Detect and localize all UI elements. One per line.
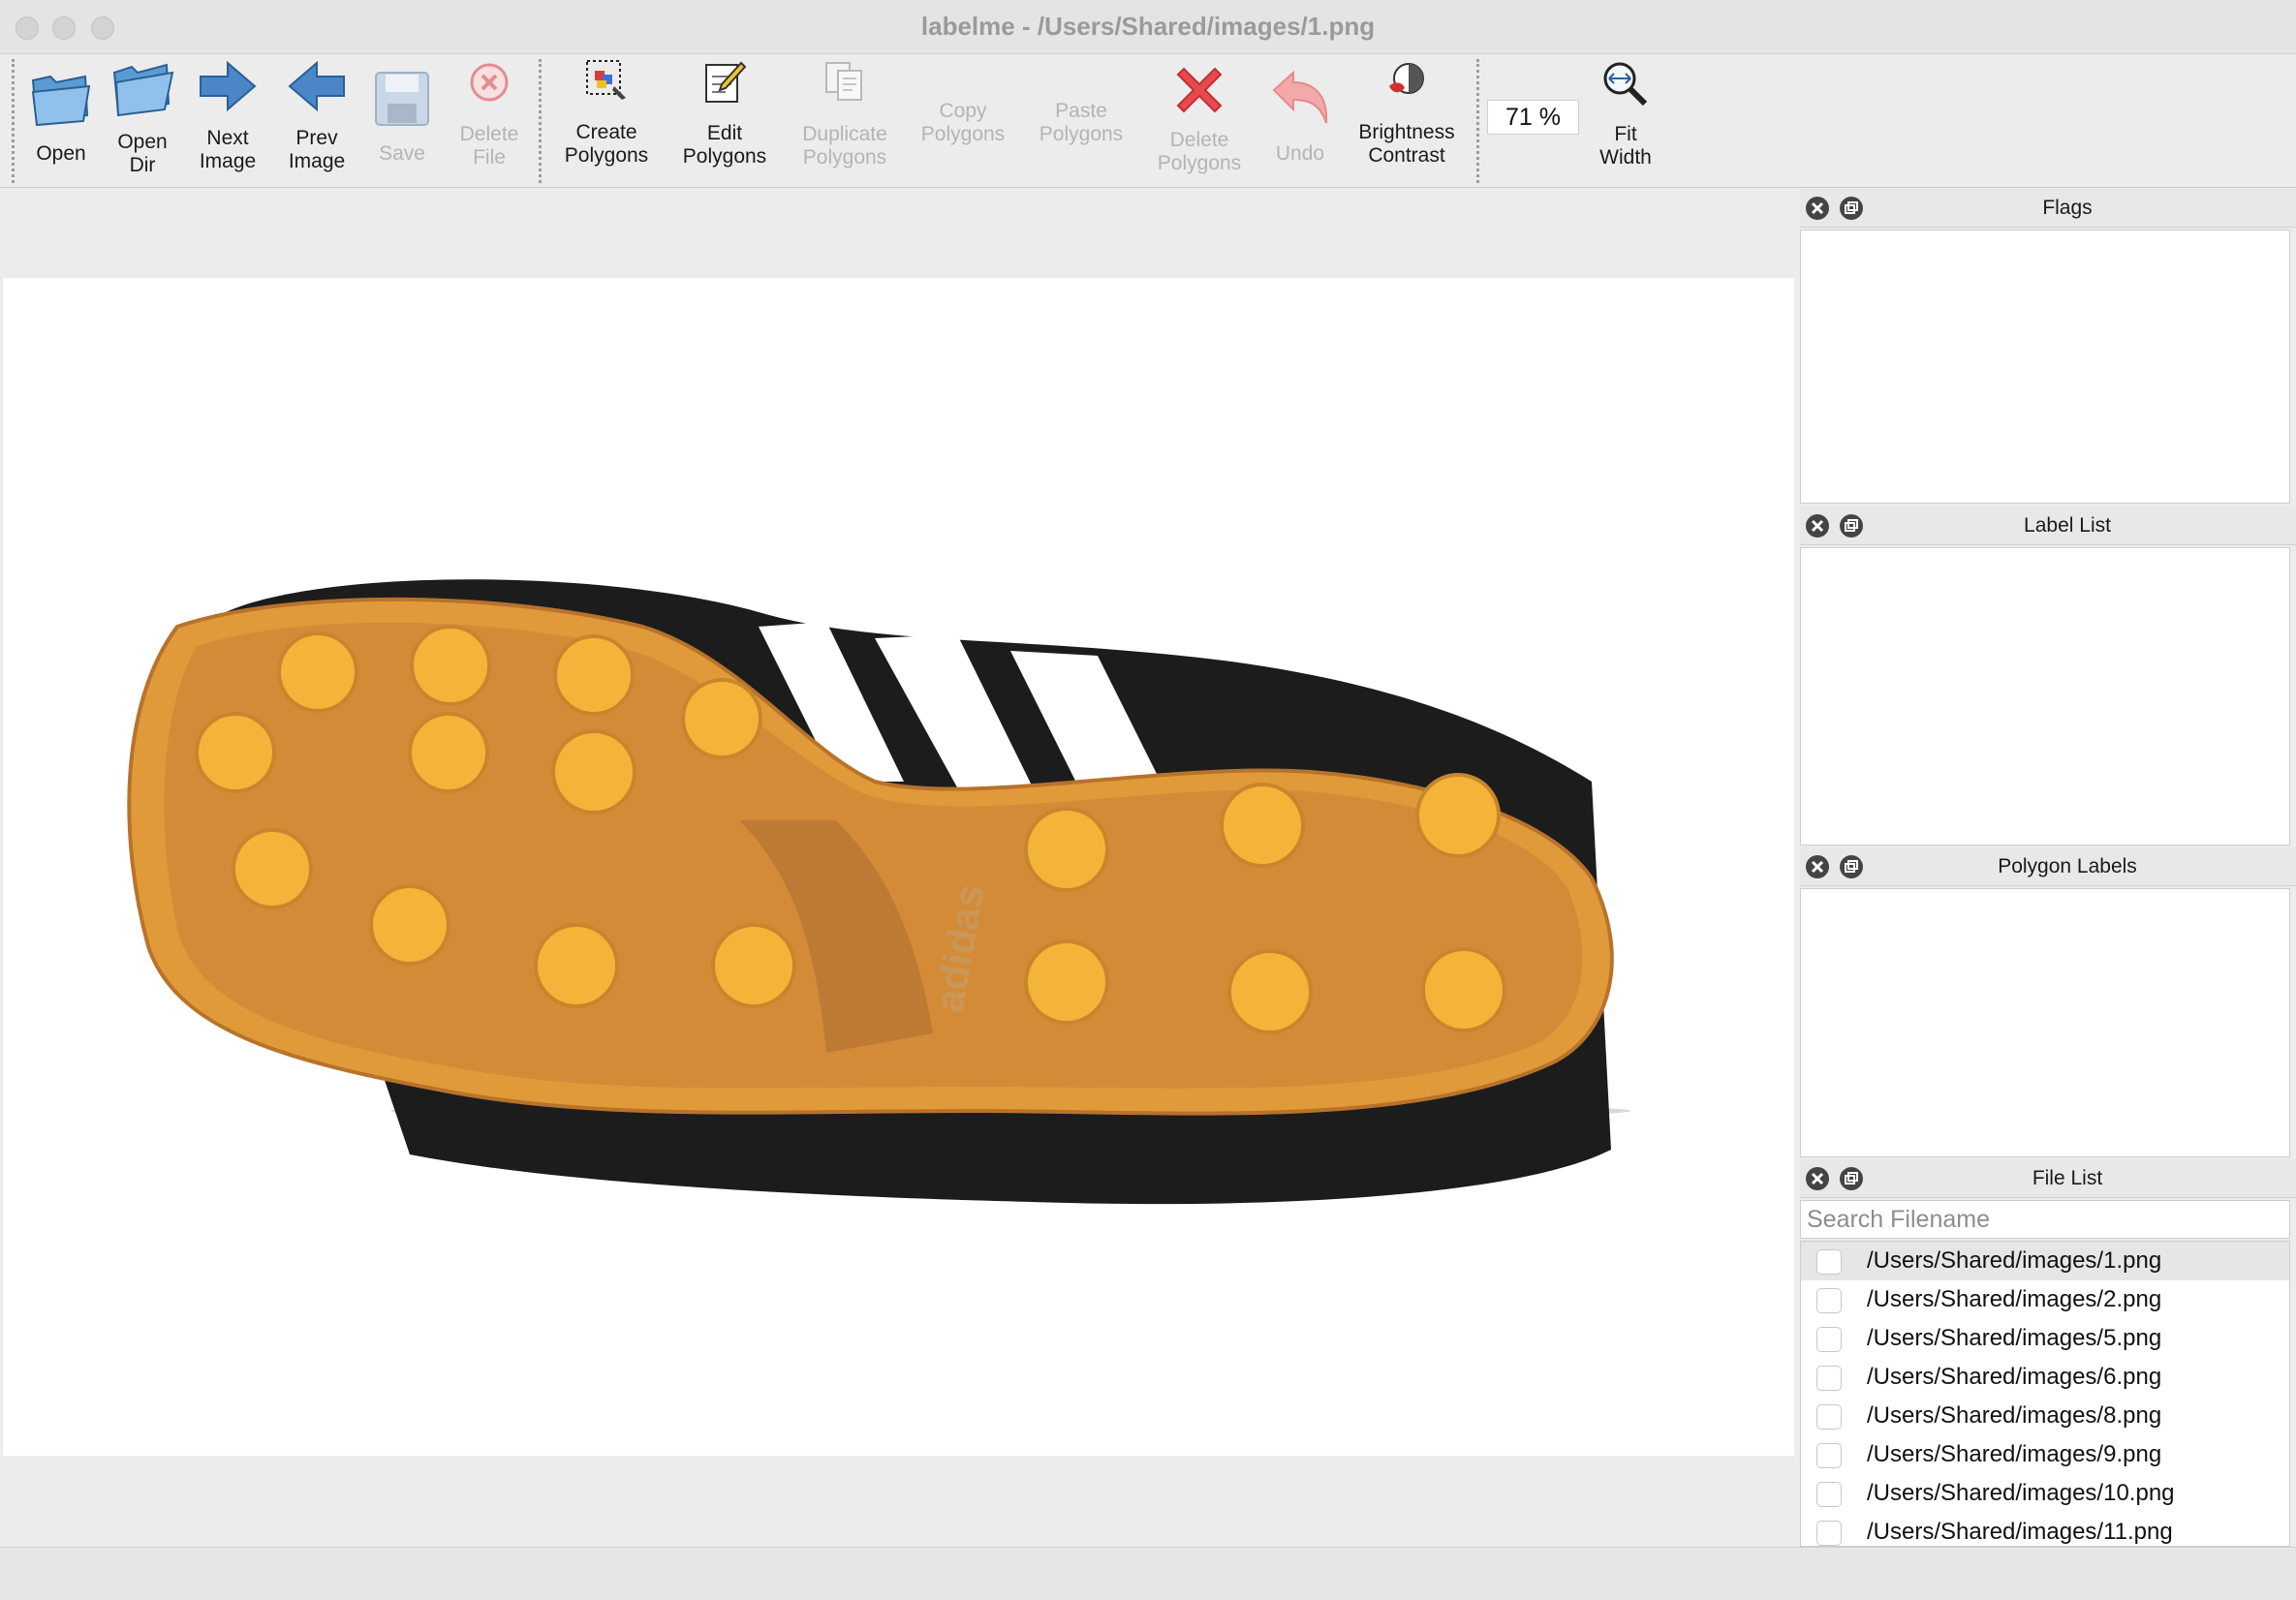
file-list-item[interactable]: /Users/Shared/images/5.png <box>1801 1319 2289 1358</box>
window-title: labelme - /Users/Shared/images/1.png <box>920 12 1376 41</box>
toolbar: Open Open Dir Next Image Prev Image Save… <box>0 55 2296 188</box>
folder-dir-icon <box>112 63 174 117</box>
fit-width-button[interactable]: Fit Width <box>1597 55 1655 188</box>
file-checkbox[interactable] <box>1816 1443 1842 1468</box>
file-list-title: File List <box>2032 1167 2103 1189</box>
duplicate-polygons-button[interactable]: Duplicate Polygons <box>802 55 887 188</box>
zoom-input[interactable]: 71 % <box>1487 100 1579 135</box>
delete-circle-icon <box>470 63 509 102</box>
file-checkbox[interactable] <box>1816 1366 1842 1391</box>
duplicate-icon <box>825 62 862 101</box>
toolbar-separator <box>539 59 542 183</box>
title-bar: labelme - /Users/Shared/images/1.png <box>0 0 2296 54</box>
delete-polygons-button[interactable]: Delete Polygons <box>1158 55 1241 188</box>
folder-open-icon <box>31 75 91 127</box>
floppy-icon <box>375 72 429 126</box>
toolbar-separator <box>1476 59 1479 183</box>
arrow-right-icon <box>200 61 257 111</box>
file-list-item[interactable]: /Users/Shared/images/9.png <box>1801 1435 2289 1474</box>
file-checkbox[interactable] <box>1816 1404 1842 1430</box>
open-dir-button[interactable]: Open Dir <box>110 55 174 188</box>
file-list-item[interactable]: /Users/Shared/images/8.png <box>1801 1397 2289 1435</box>
file-checkbox[interactable] <box>1816 1249 1842 1275</box>
delete-x-icon <box>1176 67 1223 113</box>
flags-title: Flags <box>2042 197 2093 219</box>
search-filename-input[interactable]: Search Filename <box>1800 1200 2290 1239</box>
save-button[interactable]: Save <box>370 55 434 188</box>
shoe-sole-image: adidas <box>127 579 1630 1205</box>
label-list[interactable] <box>1800 547 2290 846</box>
brightness-icon <box>1389 63 1424 94</box>
flags-list[interactable] <box>1800 230 2290 504</box>
paste-polygons-button[interactable]: Paste Polygons <box>1039 55 1123 188</box>
zoom-fit-icon <box>1603 62 1648 107</box>
canvas-area[interactable]: adidas <box>0 189 1794 1545</box>
label-list-title: Label List <box>2024 514 2111 537</box>
labelme-window: labelme - /Users/Shared/images/1.png Ope… <box>0 0 2296 1600</box>
file-list-dock: File List Search Filename /Users/Shared/… <box>1800 1159 2296 1547</box>
file-list: /Users/Shared/images/1.png /Users/Shared… <box>1800 1241 2290 1547</box>
delete-file-button[interactable]: Delete File <box>457 55 521 188</box>
close-icon[interactable] <box>1805 513 1830 538</box>
edit-polygons-button[interactable]: Edit Polygons <box>683 55 766 188</box>
polygon-labels-title: Polygon Labels <box>1998 855 2137 877</box>
file-checkbox[interactable] <box>1816 1288 1842 1313</box>
prev-image-button[interactable]: Prev Image <box>285 55 349 188</box>
close-icon[interactable] <box>1805 854 1830 879</box>
polygon-labels-list[interactable] <box>1800 888 2290 1157</box>
file-list-item[interactable]: /Users/Shared/images/10.png <box>1801 1474 2289 1513</box>
polygon-labels-dock: Polygon Labels <box>1800 847 2296 1157</box>
create-polygon-icon <box>586 60 626 100</box>
file-list-item[interactable]: /Users/Shared/images/11.png <box>1801 1513 2289 1546</box>
file-checkbox[interactable] <box>1816 1482 1842 1507</box>
close-icon[interactable] <box>1805 1166 1830 1191</box>
image-canvas[interactable]: adidas <box>3 278 1794 1456</box>
label-list-dock: Label List <box>1800 507 2296 846</box>
undo-icon <box>1272 70 1328 124</box>
arrow-left-icon <box>288 61 345 111</box>
undo-button[interactable]: Undo <box>1261 55 1339 188</box>
status-bar <box>0 1547 2296 1600</box>
create-polygons-button[interactable]: Create Polygons <box>565 55 648 188</box>
flags-dock: Flags <box>1800 189 2296 504</box>
edit-icon <box>705 61 747 103</box>
file-checkbox[interactable] <box>1816 1521 1842 1546</box>
file-list-item[interactable]: /Users/Shared/images/6.png <box>1801 1358 2289 1397</box>
file-list-item[interactable]: /Users/Shared/images/1.png <box>1801 1242 2289 1280</box>
file-list-item[interactable]: /Users/Shared/images/2.png <box>1801 1280 2289 1319</box>
copy-polygons-button[interactable]: Copy Polygons <box>921 55 1005 188</box>
close-icon[interactable] <box>1805 196 1830 221</box>
next-image-button[interactable]: Next Image <box>196 55 260 188</box>
brightness-contrast-button[interactable]: Brightness Contrast <box>1358 55 1455 188</box>
open-button[interactable]: Open <box>29 55 93 188</box>
file-checkbox[interactable] <box>1816 1327 1842 1352</box>
